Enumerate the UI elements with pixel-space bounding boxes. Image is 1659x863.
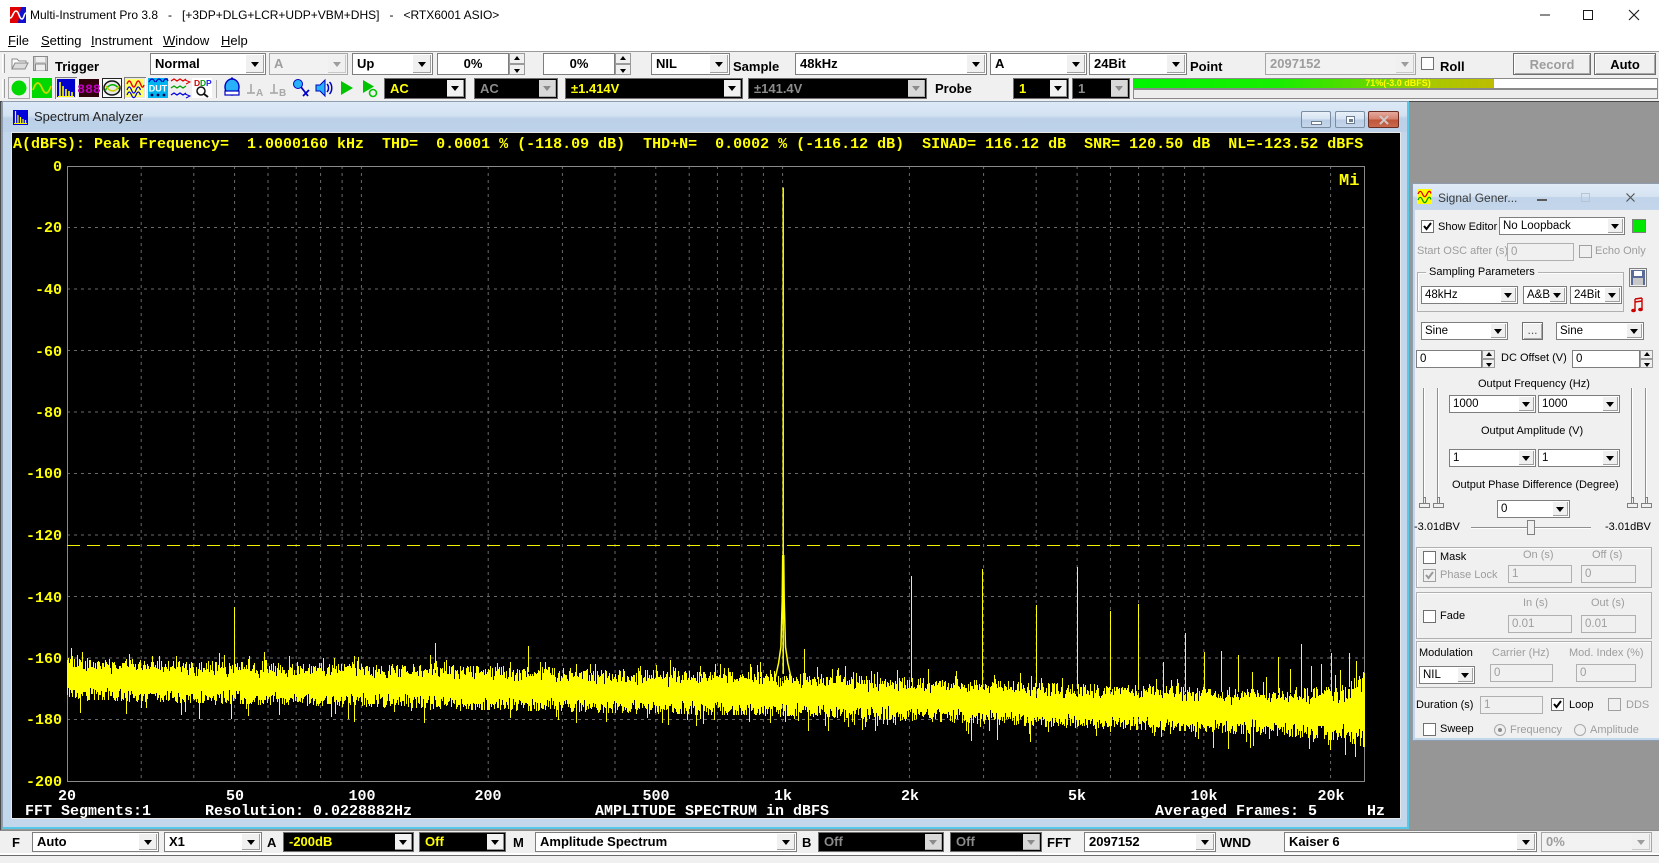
- svg-text:A: A: [256, 88, 263, 99]
- svg-text:2k: 2k: [901, 788, 919, 805]
- svg-text:-80: -80: [35, 405, 62, 422]
- svg-text:0: 0: [53, 159, 62, 176]
- svg-text:Averaged Frames: 5: Averaged Frames: 5: [1155, 803, 1317, 818]
- svg-text:200: 200: [474, 788, 501, 805]
- svg-text:B: B: [279, 88, 286, 99]
- svg-text:FFT Segments:1: FFT Segments:1: [25, 803, 151, 818]
- svg-text:AMPLITUDE SPECTRUM in dBFS: AMPLITUDE SPECTRUM in dBFS: [595, 803, 829, 818]
- svg-text:-200: -200: [26, 774, 62, 791]
- svg-text:-120: -120: [26, 528, 62, 545]
- svg-text:Hz: Hz: [1367, 803, 1385, 818]
- svg-text:P: P: [206, 78, 212, 88]
- svg-text:-60: -60: [35, 344, 62, 361]
- svg-text:-160: -160: [26, 651, 62, 668]
- svg-text:-140: -140: [26, 590, 62, 607]
- svg-text:DUT: DUT: [149, 84, 168, 94]
- svg-text:-40: -40: [35, 282, 62, 299]
- svg-text:20k: 20k: [1317, 788, 1344, 805]
- svg-text:-180: -180: [26, 712, 62, 729]
- svg-text:Resolution: 0.0228882Hz: Resolution: 0.0228882Hz: [205, 803, 412, 818]
- svg-text:A(dBFS): Peak Frequency= 1.00: A(dBFS): Peak Frequency= 1.0000160 kHz T…: [13, 136, 1363, 153]
- svg-text:888: 888: [78, 82, 100, 97]
- svg-text:5k: 5k: [1068, 788, 1086, 805]
- svg-text:Mi: Mi: [1339, 172, 1359, 191]
- svg-text:-20: -20: [35, 220, 62, 237]
- svg-text:-100: -100: [26, 466, 62, 483]
